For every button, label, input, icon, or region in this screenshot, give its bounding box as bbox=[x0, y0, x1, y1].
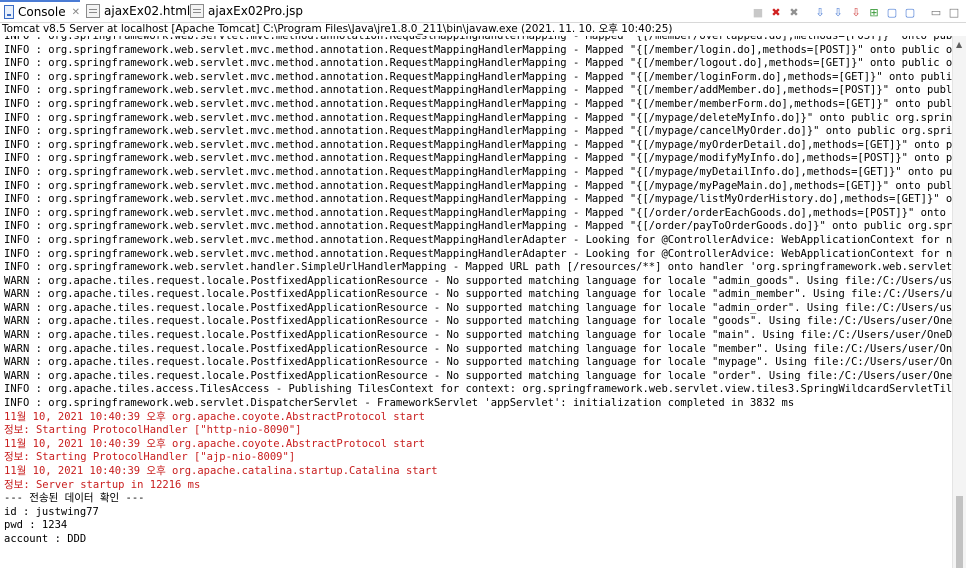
tab-ajaxex02-html-label: ajaxEx02.html bbox=[104, 4, 191, 18]
launch-description: Tomcat v8.5 Server at localhost [Apache … bbox=[2, 23, 673, 35]
minimize-icon[interactable]: ▭ bbox=[928, 4, 944, 20]
console-output[interactable]: INFO : org.springframework.web.servlet.m… bbox=[0, 36, 952, 568]
remove-launch-icon[interactable]: ✖ bbox=[768, 4, 784, 20]
console-line: INFO : org.springframework.web.servlet.m… bbox=[4, 152, 952, 165]
console-line: account : DDD bbox=[4, 532, 87, 545]
maximize-icon[interactable]: □ bbox=[946, 4, 962, 20]
console-line: INFO : org.springframework.web.servlet.m… bbox=[4, 138, 952, 151]
console-toolbar: ■ ✖ ✖ ⇩ ⇩ ⇩ ⊞ ▢ ▢ ▭ □ bbox=[750, 3, 962, 21]
console-line: INFO : org.springframework.web.servlet.m… bbox=[4, 165, 952, 178]
console-line: 11월 10, 2021 10:40:39 오후 org.apache.coyo… bbox=[4, 410, 425, 423]
console-line: 11월 10, 2021 10:40:39 오후 org.apache.coyo… bbox=[4, 437, 425, 450]
scroll-lock-icon[interactable]: ⇩ bbox=[812, 4, 828, 20]
console-line: 정보: Starting ProtocolHandler ["ajp-nio-8… bbox=[4, 451, 296, 464]
open-console-icon[interactable]: ▢ bbox=[902, 4, 918, 20]
console-lines: INFO : org.springframework.web.servlet.m… bbox=[4, 36, 952, 547]
console-line: --- 전송된 데이터 확인 --- bbox=[4, 492, 145, 505]
console-line: WARN : org.apache.tiles.request.locale.P… bbox=[4, 274, 952, 287]
show-on-stdout-icon[interactable]: ⇩ bbox=[830, 4, 846, 20]
console-line: id : justwing77 bbox=[4, 505, 99, 518]
console-line: INFO : org.springframework.web.servlet.m… bbox=[4, 179, 952, 192]
console-line: INFO : org.springframework.web.servlet.m… bbox=[4, 233, 952, 246]
console-line: INFO : org.springframework.web.servlet.m… bbox=[4, 247, 952, 260]
vertical-scrollbar[interactable]: ▲ bbox=[952, 36, 966, 568]
close-icon[interactable]: ✕ bbox=[72, 7, 80, 18]
jsp-file-icon bbox=[190, 4, 204, 18]
console-line: INFO : org.springframework.web.servlet.m… bbox=[4, 97, 952, 110]
console-line: WARN : org.apache.tiles.request.locale.P… bbox=[4, 301, 952, 314]
console-line: WARN : org.apache.tiles.request.locale.P… bbox=[4, 369, 952, 382]
console-line: INFO : org.springframework.web.servlet.m… bbox=[4, 70, 952, 83]
console-line: WARN : org.apache.tiles.request.locale.P… bbox=[4, 329, 952, 342]
console-line: INFO : org.springframework.web.servlet.h… bbox=[4, 261, 952, 274]
tab-console-label: Console bbox=[17, 5, 66, 19]
console-line: 정보: Starting ProtocolHandler ["http-nio-… bbox=[4, 424, 302, 437]
view-tab-bar: Console ✕ ajaxEx02.html ajaxEx02Pro.jsp … bbox=[0, 0, 966, 23]
console-line: WARN : org.apache.tiles.request.locale.P… bbox=[4, 315, 952, 328]
tab-ajaxex02pro-jsp-label: ajaxEx02Pro.jsp bbox=[208, 4, 303, 18]
console-line: WARN : org.apache.tiles.request.locale.P… bbox=[4, 356, 952, 369]
console-line: INFO : org.springframework.web.servlet.m… bbox=[4, 111, 952, 124]
console-line: INFO : org.springframework.web.servlet.m… bbox=[4, 57, 952, 70]
scroll-up-icon[interactable]: ▲ bbox=[956, 40, 962, 49]
console-line: 11월 10, 2021 10:40:39 오후 org.apache.cata… bbox=[4, 465, 438, 477]
terminate-icon[interactable]: ■ bbox=[750, 4, 766, 20]
remove-all-terminated-icon[interactable]: ✖ bbox=[786, 4, 802, 20]
display-selected-console-icon[interactable]: ▢ bbox=[884, 4, 900, 20]
console-line: WARN : org.apache.tiles.request.locale.P… bbox=[4, 342, 952, 355]
console-line: INFO : org.springframework.web.servlet.m… bbox=[4, 206, 946, 219]
html-file-icon bbox=[86, 4, 100, 18]
scrollbar-thumb[interactable] bbox=[956, 496, 963, 568]
tab-ajaxex02-html[interactable]: ajaxEx02.html bbox=[86, 0, 190, 22]
console-line: INFO : org.springframework.web.servlet.m… bbox=[4, 36, 952, 42]
tab-console[interactable]: Console ✕ bbox=[0, 0, 80, 22]
console-line: INFO : org.springframework.web.servlet.m… bbox=[4, 193, 952, 206]
show-on-stderr-icon[interactable]: ⇩ bbox=[848, 4, 864, 20]
console-line: WARN : org.apache.tiles.request.locale.P… bbox=[4, 288, 952, 301]
console-line: pwd : 1234 bbox=[4, 519, 68, 532]
console-line: INFO : org.springframework.web.servlet.m… bbox=[4, 43, 952, 56]
console-line: INFO : org.springframework.web.servlet.D… bbox=[4, 397, 795, 410]
console-line: INFO : org.springframework.web.servlet.m… bbox=[4, 125, 952, 138]
tab-ajaxex02pro-jsp[interactable]: ajaxEx02Pro.jsp bbox=[190, 0, 303, 22]
console-line: INFO : org.apache.tiles.access.TilesAcce… bbox=[4, 383, 952, 396]
pin-console-icon[interactable]: ⊞ bbox=[866, 4, 882, 20]
console-line: INFO : org.springframework.web.servlet.m… bbox=[4, 220, 952, 233]
console-line: 정보: Server startup in 12216 ms bbox=[4, 478, 201, 491]
console-icon bbox=[4, 5, 14, 19]
console-line: INFO : org.springframework.web.servlet.m… bbox=[4, 84, 952, 97]
